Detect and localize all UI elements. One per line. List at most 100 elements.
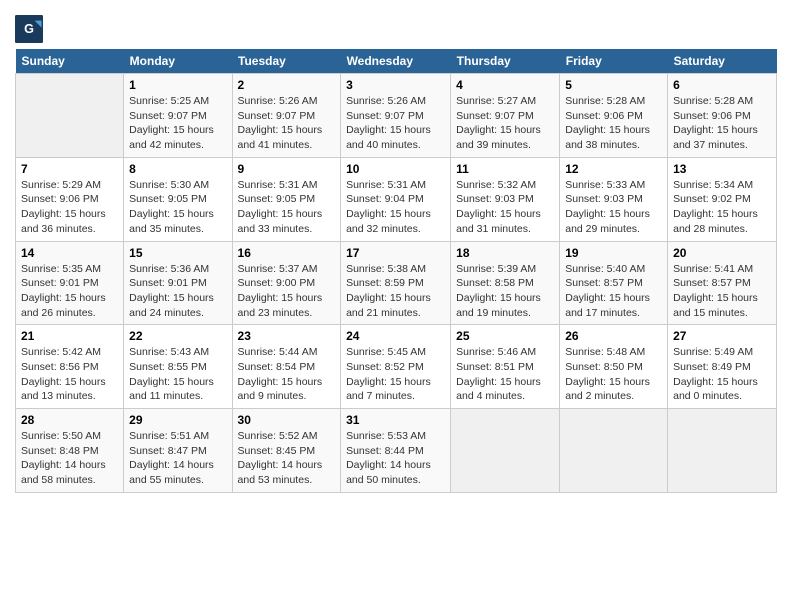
day-info: Sunrise: 5:48 AM Sunset: 8:50 PM Dayligh…: [565, 345, 662, 404]
day-info: Sunrise: 5:25 AM Sunset: 9:07 PM Dayligh…: [129, 94, 226, 153]
header: G: [15, 10, 777, 43]
week-row-3: 14Sunrise: 5:35 AM Sunset: 9:01 PM Dayli…: [16, 241, 777, 325]
day-info: Sunrise: 5:40 AM Sunset: 8:57 PM Dayligh…: [565, 262, 662, 321]
day-number: 7: [21, 162, 118, 176]
svg-text:G: G: [24, 22, 34, 36]
day-info: Sunrise: 5:32 AM Sunset: 9:03 PM Dayligh…: [456, 178, 554, 237]
day-info: Sunrise: 5:39 AM Sunset: 8:58 PM Dayligh…: [456, 262, 554, 321]
day-number: 13: [673, 162, 771, 176]
week-row-4: 21 Sunrise: 5:42 AM Sunset: 8:56 PM Dayli…: [16, 325, 777, 409]
day-info: Sunrise: 5:43 AM Sunset: 8:55 PM Dayligh…: [129, 345, 226, 404]
day-number: 29: [129, 413, 226, 427]
header-sunday: Sunday: [16, 49, 124, 74]
day-info: Sunrise: 5:31 AM Sunset: 9:05 PM Dayligh…: [238, 178, 336, 237]
logo: G: [15, 15, 47, 43]
calendar-cell: 19 Sunrise: 5:40 AM Sunset: 8:57 PM Dayli…: [560, 241, 668, 325]
header-monday: Monday: [124, 49, 232, 74]
day-info: Sunrise: 5:41 AM Sunset: 8:57 PM Dayligh…: [673, 262, 771, 321]
day-info: Sunrise: 5:29 AM Sunset: 9:06 PM Dayligh…: [21, 178, 118, 237]
day-number: 22: [129, 329, 226, 343]
day-info: Sunrise: 5:35 AM Sunset: 9:01 PM Dayligh…: [21, 262, 118, 321]
day-number: 20: [673, 246, 771, 260]
day-number: 25: [456, 329, 554, 343]
calendar-cell: [560, 409, 668, 493]
calendar-cell: 6Sunrise: 5:28 AM Sunset: 9:06 PM Daylig…: [668, 74, 777, 158]
day-number: 4: [456, 78, 554, 92]
calendar-cell: 31Sunrise: 5:53 AM Sunset: 8:44 PM Dayli…: [341, 409, 451, 493]
calendar-cell: 24Sunrise: 5:45 AM Sunset: 8:52 PM Dayli…: [341, 325, 451, 409]
day-number: 15: [129, 246, 226, 260]
calendar-cell: 13 Sunrise: 5:34 AM Sunset: 9:02 PM Dayli…: [668, 157, 777, 241]
day-info: Sunrise: 5:50 AM Sunset: 8:48 PM Dayligh…: [21, 429, 118, 488]
calendar-cell: 26 Sunrise: 5:48 AM Sunset: 8:50 PM Dayli…: [560, 325, 668, 409]
calendar-cell: 15 Sunrise: 5:36 AM Sunset: 9:01 PM Dayli…: [124, 241, 232, 325]
calendar-table: SundayMondayTuesdayWednesdayThursdayFrid…: [15, 49, 777, 493]
day-number: 31: [346, 413, 445, 427]
day-number: 27: [673, 329, 771, 343]
calendar-cell: 11 Sunrise: 5:32 AM Sunset: 9:03 PM Dayli…: [451, 157, 560, 241]
day-number: 19: [565, 246, 662, 260]
day-info: Sunrise: 5:51 AM Sunset: 8:47 PM Dayligh…: [129, 429, 226, 488]
calendar-cell: 30 Sunrise: 5:52 AM Sunset: 8:45 PM Dayli…: [232, 409, 341, 493]
calendar-cell: 10 Sunrise: 5:31 AM Sunset: 9:04 PM Dayli…: [341, 157, 451, 241]
day-info: Sunrise: 5:27 AM Sunset: 9:07 PM Dayligh…: [456, 94, 554, 153]
day-number: 21: [21, 329, 118, 343]
calendar-cell: 1 Sunrise: 5:25 AM Sunset: 9:07 PM Daylig…: [124, 74, 232, 158]
day-info: Sunrise: 5:52 AM Sunset: 8:45 PM Dayligh…: [238, 429, 336, 488]
day-number: 5: [565, 78, 662, 92]
calendar-cell: 22 Sunrise: 5:43 AM Sunset: 8:55 PM Dayli…: [124, 325, 232, 409]
day-number: 1: [129, 78, 226, 92]
day-info: Sunrise: 5:44 AM Sunset: 8:54 PM Dayligh…: [238, 345, 336, 404]
day-number: 26: [565, 329, 662, 343]
day-number: 30: [238, 413, 336, 427]
week-row-1: 1 Sunrise: 5:25 AM Sunset: 9:07 PM Daylig…: [16, 74, 777, 158]
calendar-cell: 16Sunrise: 5:37 AM Sunset: 9:00 PM Dayli…: [232, 241, 341, 325]
calendar-cell: 8Sunrise: 5:30 AM Sunset: 9:05 PM Daylig…: [124, 157, 232, 241]
header-saturday: Saturday: [668, 49, 777, 74]
day-number: 10: [346, 162, 445, 176]
week-row-2: 7 Sunrise: 5:29 AM Sunset: 9:06 PM Daylig…: [16, 157, 777, 241]
day-number: 9: [238, 162, 336, 176]
calendar-cell: 2Sunrise: 5:26 AM Sunset: 9:07 PM Daylig…: [232, 74, 341, 158]
day-info: Sunrise: 5:30 AM Sunset: 9:05 PM Dayligh…: [129, 178, 226, 237]
day-info: Sunrise: 5:42 AM Sunset: 8:56 PM Dayligh…: [21, 345, 118, 404]
day-info: Sunrise: 5:37 AM Sunset: 9:00 PM Dayligh…: [238, 262, 336, 321]
calendar-cell: 29 Sunrise: 5:51 AM Sunset: 8:47 PM Dayli…: [124, 409, 232, 493]
day-number: 23: [238, 329, 336, 343]
calendar-header-row: SundayMondayTuesdayWednesdayThursdayFrid…: [16, 49, 777, 74]
calendar-cell: 4 Sunrise: 5:27 AM Sunset: 9:07 PM Daylig…: [451, 74, 560, 158]
calendar-cell: [451, 409, 560, 493]
day-number: 18: [456, 246, 554, 260]
calendar-cell: 21 Sunrise: 5:42 AM Sunset: 8:56 PM Dayli…: [16, 325, 124, 409]
calendar-cell: 28Sunrise: 5:50 AM Sunset: 8:48 PM Dayli…: [16, 409, 124, 493]
day-info: Sunrise: 5:46 AM Sunset: 8:51 PM Dayligh…: [456, 345, 554, 404]
day-number: 6: [673, 78, 771, 92]
calendar-cell: [668, 409, 777, 493]
calendar-cell: 17 Sunrise: 5:38 AM Sunset: 8:59 PM Dayli…: [341, 241, 451, 325]
day-info: Sunrise: 5:38 AM Sunset: 8:59 PM Dayligh…: [346, 262, 445, 321]
day-number: 17: [346, 246, 445, 260]
day-info: Sunrise: 5:31 AM Sunset: 9:04 PM Dayligh…: [346, 178, 445, 237]
day-info: Sunrise: 5:26 AM Sunset: 9:07 PM Dayligh…: [346, 94, 445, 153]
day-info: Sunrise: 5:34 AM Sunset: 9:02 PM Dayligh…: [673, 178, 771, 237]
calendar-cell: 20 Sunrise: 5:41 AM Sunset: 8:57 PM Dayli…: [668, 241, 777, 325]
header-tuesday: Tuesday: [232, 49, 341, 74]
day-number: 24: [346, 329, 445, 343]
header-thursday: Thursday: [451, 49, 560, 74]
logo-icon: G: [15, 15, 43, 43]
calendar-cell: 3Sunrise: 5:26 AM Sunset: 9:07 PM Daylig…: [341, 74, 451, 158]
day-number: 2: [238, 78, 336, 92]
day-info: Sunrise: 5:28 AM Sunset: 9:06 PM Dayligh…: [565, 94, 662, 153]
day-info: Sunrise: 5:33 AM Sunset: 9:03 PM Dayligh…: [565, 178, 662, 237]
day-info: Sunrise: 5:49 AM Sunset: 8:49 PM Dayligh…: [673, 345, 771, 404]
day-number: 12: [565, 162, 662, 176]
header-wednesday: Wednesday: [341, 49, 451, 74]
week-row-5: 28Sunrise: 5:50 AM Sunset: 8:48 PM Dayli…: [16, 409, 777, 493]
calendar-cell: 18 Sunrise: 5:39 AM Sunset: 8:58 PM Dayli…: [451, 241, 560, 325]
calendar-cell: [16, 74, 124, 158]
day-number: 11: [456, 162, 554, 176]
calendar-cell: 7 Sunrise: 5:29 AM Sunset: 9:06 PM Daylig…: [16, 157, 124, 241]
day-info: Sunrise: 5:36 AM Sunset: 9:01 PM Dayligh…: [129, 262, 226, 321]
calendar-cell: 5 Sunrise: 5:28 AM Sunset: 9:06 PM Daylig…: [560, 74, 668, 158]
calendar-cell: 25 Sunrise: 5:46 AM Sunset: 8:51 PM Dayli…: [451, 325, 560, 409]
